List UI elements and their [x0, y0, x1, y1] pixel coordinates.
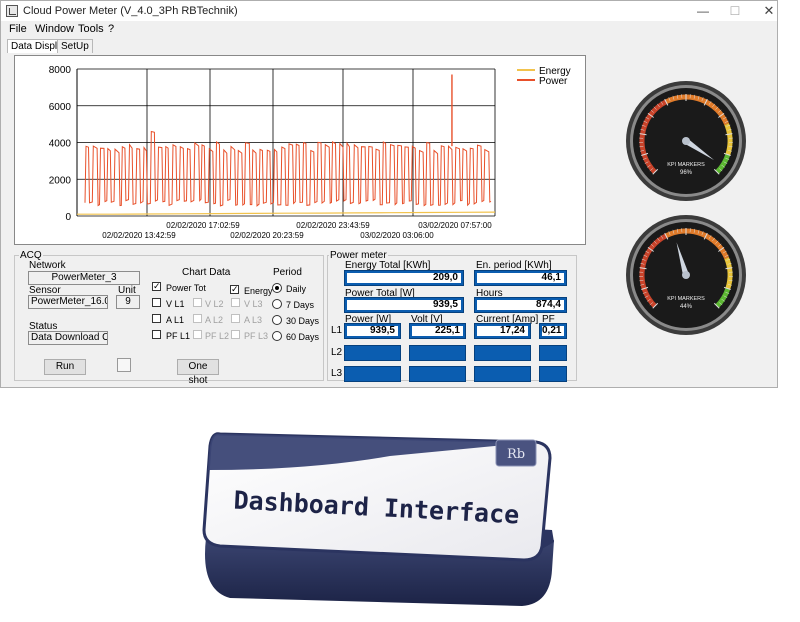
menu-bar: File Window Tools ?	[1, 22, 777, 38]
l1-pf-value: 0,21	[539, 323, 567, 339]
a-l3-checkbox[interactable]	[231, 314, 240, 323]
menu-file[interactable]: File	[9, 23, 27, 35]
gauge-label: KPI MARKERS	[667, 162, 705, 168]
x-tick-label: 02/02/2020 17:02:59	[166, 221, 240, 230]
menu-tools[interactable]: Tools	[78, 23, 104, 35]
row-l1-label: L1	[331, 325, 343, 336]
one-shot-button[interactable]: One shot	[177, 359, 219, 386]
y-tick-label: 8000	[49, 65, 72, 76]
status-field: Data Download OK	[28, 331, 108, 345]
period-30days-radio[interactable]	[272, 315, 282, 325]
y-tick-label: 0	[65, 212, 71, 223]
v-l2-label: V L2	[205, 299, 224, 309]
v-l1-label: V L1	[166, 299, 185, 309]
power-tot-label: Power Tot	[166, 283, 206, 293]
y-tick-label: 2000	[49, 175, 72, 186]
row-l2-label: L2	[331, 347, 343, 358]
legend-power-label: Power	[539, 76, 568, 87]
menu-window[interactable]: Window	[35, 23, 74, 35]
run-indicator	[117, 358, 131, 372]
l3-pf-value	[539, 366, 567, 382]
a-l2-checkbox[interactable]	[193, 314, 202, 323]
v-l3-checkbox[interactable]	[231, 298, 240, 307]
en-period-value: 46,1	[474, 270, 567, 286]
gauge-hub	[682, 137, 690, 145]
sensor-field[interactable]: PowerMeter_16.0_1710	[28, 295, 108, 309]
dashboard-device-image: Rb Dashboard Interface	[202, 432, 554, 606]
l1-volt-value: 225,1	[409, 323, 466, 339]
window-title: Cloud Power Meter (V_4.0_3Ph RBTechnik)	[23, 5, 238, 17]
x-tick-label: 03/02/2020 03:06:00	[360, 231, 434, 240]
l2-pf-value	[539, 345, 567, 361]
energy-label: Energy	[244, 286, 273, 296]
gauge-label: KPI MARKERS	[667, 296, 705, 302]
l3-volt-value	[409, 366, 466, 382]
y-tick-label: 4000	[49, 139, 72, 150]
menu-help[interactable]: ?	[108, 23, 114, 35]
x-tick-label: 02/02/2020 23:43:59	[296, 221, 370, 230]
pf-l2-label: PF L2	[205, 331, 230, 341]
kpi-gauge-2: KPI MARKERS 44%	[626, 215, 746, 335]
a-l3-label: A L3	[244, 315, 263, 325]
period-daily-label: Daily	[286, 284, 307, 294]
chart-data-title: Chart Data	[182, 267, 231, 278]
period-7days-radio[interactable]	[272, 299, 282, 309]
period-title: Period	[273, 267, 302, 278]
power-total-value: 939,5	[344, 297, 464, 313]
gauge-value: 96%	[680, 170, 693, 176]
a-l1-label: A L1	[166, 315, 185, 325]
unit-field[interactable]: 9	[116, 295, 140, 309]
energy-total-value: 209,0	[344, 270, 464, 286]
l1-power-value: 939,5	[344, 323, 401, 339]
pf-l3-checkbox[interactable]	[231, 330, 240, 339]
gauge-hub	[682, 271, 690, 279]
period-30days-label: 30 Days	[286, 316, 320, 326]
v-l3-label: V L3	[244, 299, 263, 309]
power-tot-checkbox[interactable]	[152, 282, 161, 291]
period-7days-label: 7 Days	[286, 300, 315, 310]
kpi-gauge-1: KPI MARKERS 96%	[626, 81, 746, 201]
device-badge-text: Rb	[507, 447, 525, 462]
gauge-value: 44%	[680, 304, 693, 310]
a-l2-label: A L2	[205, 315, 224, 325]
pf-l2-checkbox[interactable]	[193, 330, 202, 339]
pf-l3-label: PF L3	[244, 331, 269, 341]
l2-current-value	[474, 345, 531, 361]
chart-svg: 0200040006000800002/02/2020 17:02:59 02/0…	[49, 65, 571, 240]
energy-checkbox[interactable]	[230, 285, 239, 294]
hours-value: 874,4	[474, 297, 567, 313]
period-60days-label: 60 Days	[286, 332, 320, 342]
close-button[interactable]: ✕	[747, 1, 791, 21]
pf-l1-label: PF L1	[166, 331, 191, 341]
l1-current-value: 17,24	[474, 323, 531, 339]
row-l3-label: L3	[331, 368, 343, 379]
v-l1-checkbox[interactable]	[152, 298, 161, 307]
period-daily-radio[interactable]	[272, 283, 282, 293]
x-tick-label: 02/02/2020 20:23:59	[230, 231, 304, 240]
period-60days-radio[interactable]	[272, 331, 282, 341]
l3-power-value	[344, 366, 401, 382]
l2-power-value	[344, 345, 401, 361]
pf-l1-checkbox[interactable]	[152, 330, 161, 339]
power-chart: 0 2000 4000 6000 8000 02/02/2020 17:02:59 02/0…	[14, 55, 586, 245]
title-bar[interactable]: Cloud Power Meter (V_4.0_3Ph RBTechnik) …	[1, 1, 777, 21]
tab-setup[interactable]: SetUp	[57, 39, 93, 53]
series-energy-line	[77, 211, 496, 215]
l2-volt-value	[409, 345, 466, 361]
l3-current-value	[474, 366, 531, 382]
app-icon	[6, 5, 18, 17]
v-l2-checkbox[interactable]	[193, 298, 202, 307]
run-button[interactable]: Run	[44, 359, 86, 375]
x-tick-label: 03/02/2020 07:57:00	[418, 221, 492, 230]
a-l1-checkbox[interactable]	[152, 314, 161, 323]
y-tick-label: 6000	[49, 102, 72, 113]
network-field[interactable]: PowerMeter_3	[28, 271, 140, 285]
network-label: Network	[29, 260, 66, 271]
x-tick-label: 02/02/2020 13:42:59	[102, 231, 176, 240]
